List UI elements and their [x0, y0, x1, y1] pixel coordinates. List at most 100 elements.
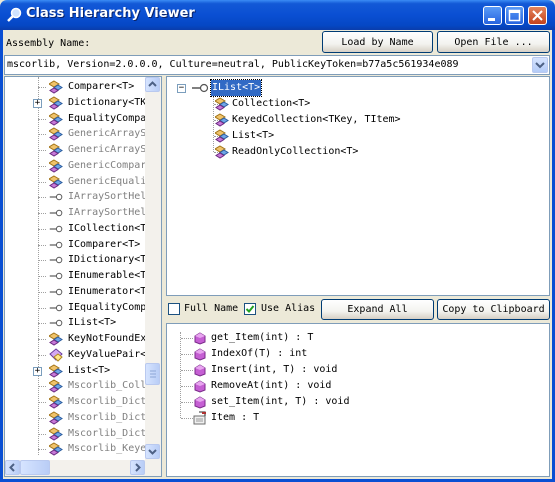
member-item[interactable]: set_Item(int, T) : void	[211, 394, 349, 410]
close-button[interactable]	[528, 6, 547, 25]
tree-line	[180, 332, 181, 418]
tree-line	[38, 449, 46, 451]
hierarchy-panel[interactable]: − IList<T> Collection<T> KeyedCollection<…	[166, 76, 550, 296]
tree-line	[181, 402, 193, 403]
class-icon	[48, 174, 63, 189]
class-icon	[214, 97, 229, 111]
tree-item[interactable]: GenericCompar	[68, 158, 145, 174]
class-icon	[48, 127, 63, 141]
interface-icon	[192, 83, 209, 93]
interface-icon	[49, 285, 63, 299]
expand-toggle[interactable]: +	[33, 98, 42, 108]
class-icon	[48, 80, 63, 94]
tree-item[interactable]: Mscorlib_Dict	[68, 410, 145, 426]
class-tree-panel[interactable]: Comparer<T> + Dictionary<TK EqualityCompa Ge…	[4, 76, 162, 477]
class-icon	[48, 379, 63, 393]
hierarchy-root[interactable]: IList<T>	[209, 79, 263, 97]
scroll-down-button[interactable]	[145, 444, 160, 459]
members-panel[interactable]: get_Item(int) : T IndexOf(T) : int Insert(…	[166, 323, 550, 477]
combo-dropdown-button[interactable]	[532, 57, 548, 73]
tree-item[interactable]: KeyValuePair<	[68, 347, 145, 363]
class-tree[interactable]: Comparer<T> + Dictionary<TK EqualityCompa Ge…	[5, 77, 145, 457]
tree-line	[38, 386, 46, 388]
tree-item[interactable]: KeyNotFoundEx	[68, 331, 145, 347]
method-icon	[193, 347, 207, 361]
member-item[interactable]: RemoveAt(int) : void	[211, 378, 331, 394]
scroll-up-button[interactable]	[145, 77, 160, 92]
class-icon	[48, 395, 63, 409]
interface-icon	[49, 301, 63, 315]
tree-item[interactable]: IArraySortHel	[68, 189, 145, 205]
member-item[interactable]: IndexOf(T) : int	[211, 346, 307, 362]
h-scroll-thumb[interactable]	[20, 460, 50, 475]
interface-icon	[49, 238, 63, 252]
horizontal-scrollbar[interactable]	[5, 460, 161, 476]
maximize-button[interactable]	[505, 6, 524, 25]
class-icon	[214, 129, 229, 143]
expand-all-button[interactable]: Expand All	[321, 299, 434, 320]
tree-item[interactable]: EqualityCompa	[68, 111, 145, 127]
maximize-icon	[508, 9, 521, 22]
tree-line	[38, 354, 46, 356]
tree-item[interactable]: ICollection<T	[68, 221, 145, 237]
chevron-right-icon	[135, 463, 141, 472]
tree-item[interactable]: IEnumerator<T	[68, 284, 145, 300]
tree-item[interactable]: IComparer<T>	[68, 237, 140, 253]
tree-line	[38, 402, 46, 403]
tree-item[interactable]: Comparer<T>	[68, 79, 134, 95]
tree-item[interactable]: GenericArrayS	[68, 126, 145, 142]
tree-line	[38, 307, 46, 309]
chevron-down-icon	[148, 449, 157, 455]
member-item[interactable]: Item : T	[211, 410, 259, 426]
hierarchy-child[interactable]: Collection<T>	[232, 96, 310, 112]
tree-line	[38, 260, 46, 262]
open-file-button[interactable]: Open File ...	[437, 31, 550, 53]
load-by-name-button[interactable]: Load by Name	[322, 31, 433, 53]
use-alias-checkbox[interactable]	[244, 303, 256, 315]
tree-item[interactable]: GenericArrayS	[68, 142, 145, 158]
chevron-down-icon	[535, 62, 545, 69]
tree-item[interactable]: List<T>	[68, 363, 110, 379]
scroll-left-button[interactable]	[5, 460, 20, 475]
tree-item[interactable]: Mscorlib_Dict	[68, 394, 145, 410]
hierarchy-child[interactable]: List<T>	[232, 128, 274, 144]
tree-item[interactable]: GenericEquali	[68, 174, 145, 190]
member-item[interactable]: Insert(int, T) : void	[211, 362, 337, 378]
class-icon	[48, 442, 63, 456]
assembly-combo[interactable]: mscorlib, Version=2.0.0.0, Culture=neutr…	[4, 55, 550, 75]
tree-line	[38, 417, 46, 419]
tree-item[interactable]: Mscorlib_Coll	[68, 378, 145, 394]
tree-line	[181, 370, 193, 371]
scroll-thumb[interactable]	[145, 363, 160, 385]
checkmark-icon	[245, 305, 255, 313]
full-name-label: Full Name	[184, 303, 239, 314]
method-icon	[193, 331, 207, 345]
tree-line	[38, 87, 46, 88]
tree-line	[38, 228, 46, 230]
class-icon	[48, 159, 63, 173]
member-item[interactable]: get_Item(int) : T	[211, 330, 313, 346]
tree-line	[38, 134, 46, 136]
expand-toggle[interactable]: +	[33, 366, 42, 376]
full-name-checkbox[interactable]	[168, 303, 180, 315]
tree-item[interactable]: IEnumerable<T	[68, 268, 145, 284]
collapse-root-toggle[interactable]: −	[177, 84, 186, 93]
tree-item[interactable]: IEqualityComp	[68, 300, 145, 316]
tree-line	[38, 213, 46, 214]
tree-item[interactable]: Dictionary<TK	[68, 95, 145, 111]
copy-to-clipboard-button[interactable]: Copy to Clipboard	[437, 299, 550, 320]
vertical-scrollbar[interactable]	[145, 77, 161, 460]
tree-item[interactable]: IList<T>	[68, 315, 116, 331]
scroll-right-button[interactable]	[130, 460, 145, 475]
minimize-button[interactable]	[483, 6, 502, 25]
hierarchy-child[interactable]: KeyedCollection<TKey, TItem>	[232, 112, 401, 128]
window-title: Class Hierarchy Viewer	[26, 6, 195, 21]
class-icon	[48, 426, 63, 441]
tree-item[interactable]: IDictionary<T	[68, 252, 145, 268]
hierarchy-child[interactable]: ReadOnlyCollection<T>	[232, 144, 358, 160]
tree-item[interactable]: IArraySortHel	[68, 205, 145, 221]
tree-line	[38, 118, 46, 120]
tree-item[interactable]: Mscorlib_Keye	[68, 441, 145, 457]
magnifier-app-icon	[7, 7, 22, 22]
tree-item[interactable]: Mscorlib_Dict	[68, 426, 145, 442]
